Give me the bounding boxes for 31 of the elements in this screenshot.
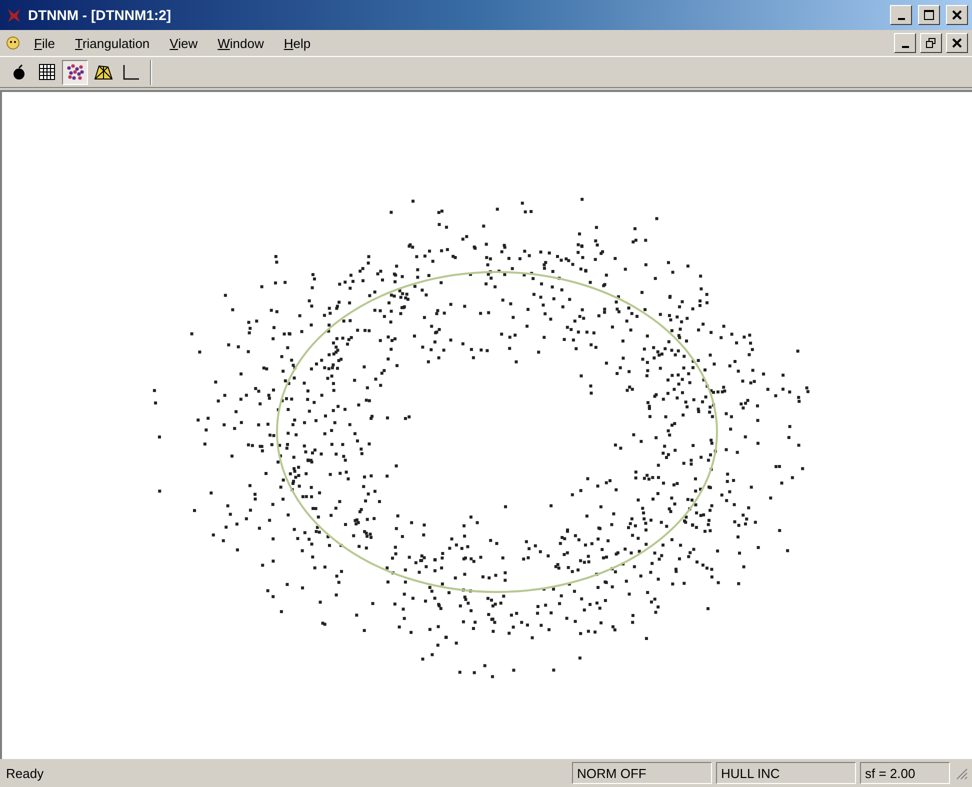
menu-item[interactable]: Help xyxy=(276,34,319,52)
close-icon xyxy=(952,10,962,20)
menu-item[interactable]: Window xyxy=(210,34,272,52)
status-panel: HULL INC xyxy=(716,762,856,784)
maximize-icon xyxy=(924,10,934,20)
status-panel: sf = 2.00 xyxy=(860,762,950,784)
resize-grip-icon xyxy=(954,766,968,780)
maximize-button[interactable] xyxy=(918,5,940,25)
toolbar-button[interactable] xyxy=(62,60,88,84)
status-message: Ready xyxy=(5,766,45,780)
document-icon xyxy=(4,35,22,51)
menu-item[interactable]: View xyxy=(162,34,206,52)
status-panel: NORM OFF xyxy=(572,762,712,784)
minimize-icon xyxy=(902,46,908,48)
app-icon xyxy=(6,7,22,23)
minimize-icon xyxy=(898,18,904,20)
restore-button[interactable] xyxy=(920,33,942,53)
menu-item[interactable]: File xyxy=(26,34,63,52)
axes-icon xyxy=(122,64,140,80)
restore-icon xyxy=(926,38,936,48)
bomb-icon xyxy=(12,64,26,80)
close-button[interactable] xyxy=(946,33,968,53)
grid-icon xyxy=(39,64,55,80)
close-button[interactable] xyxy=(946,5,968,25)
scatter-icon xyxy=(66,64,84,80)
close-icon xyxy=(952,38,962,48)
minimize-button[interactable] xyxy=(890,5,912,25)
mesh-icon xyxy=(93,64,113,80)
menu-item[interactable]: Triangulation xyxy=(66,34,158,52)
minimize-button[interactable] xyxy=(894,33,916,53)
window-title: DTNNM - [DTNNM1:2] xyxy=(28,7,172,23)
